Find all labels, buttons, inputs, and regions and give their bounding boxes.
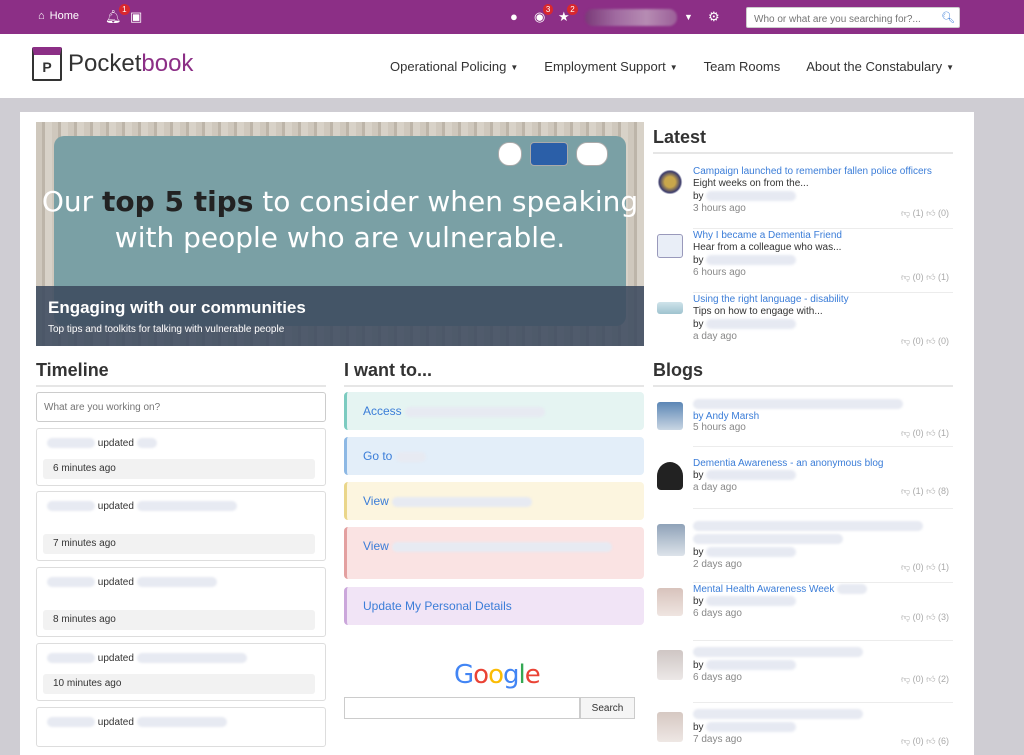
latest-item-title[interactable]: Campaign launched to remember fallen pol… — [693, 166, 932, 177]
blog-item: by 7 days ago 👎︎ (0) 👍︎ (6) — [653, 708, 953, 752]
timeline-card[interactable]: updated 6 minutes ago — [36, 428, 326, 486]
settings-gear-icon[interactable]: ⚙ — [708, 9, 720, 25]
blog-item-ratings[interactable]: 👎︎ (0) 👍︎ (1) — [901, 428, 949, 439]
hero-slogan: Our top 5 tips to consider when speaking… — [41, 185, 639, 254]
blog-item-ratings[interactable]: 👎︎ (0) 👍︎ (2) — [901, 674, 949, 685]
author-avatar — [657, 588, 683, 616]
global-search-input[interactable] — [752, 9, 934, 29]
nav-about-constabulary[interactable]: About the Constabulary ▼ — [806, 59, 954, 74]
avon-somerset-logo — [530, 142, 568, 166]
timeline-card[interactable]: updated 10 minutes ago — [36, 643, 326, 701]
clipboard-icon[interactable]: ▣ — [130, 9, 142, 25]
latest-item-title[interactable]: Using the right language - disability — [693, 294, 849, 305]
google-logo: Google — [454, 660, 541, 690]
timeline-card[interactable]: updated 7 minutes ago — [36, 491, 326, 561]
latest-item: Why I became a Dementia Friend Hear from… — [653, 230, 953, 288]
latest-item: Campaign launched to remember fallen pol… — [653, 166, 953, 224]
favourites-star-icon[interactable]: ★ 2 — [558, 4, 578, 25]
timeline-status-input[interactable] — [36, 392, 326, 422]
alert-icon[interactable]: ● — [510, 9, 518, 24]
hero-caption: Engaging with our communities Top tips a… — [36, 286, 644, 346]
google-search-button[interactable]: Search — [580, 697, 635, 719]
nav-operational-policing[interactable]: Operational Policing ▼ — [390, 59, 518, 74]
want-update-details-link[interactable]: Update My Personal Details — [344, 587, 644, 625]
timeline-card[interactable]: updated — [36, 707, 326, 747]
want-goto-link[interactable]: Go to — [344, 437, 644, 475]
dementia-friends-thumbnail — [657, 234, 683, 258]
author-avatar — [657, 524, 685, 556]
user-menu-caret-icon[interactable]: ▼ — [684, 12, 693, 22]
home-icon: ⌂ — [38, 10, 45, 22]
author-avatar — [657, 402, 683, 430]
disability-thumbnail — [657, 302, 683, 314]
blog-item-ratings[interactable]: 👎︎ (1) 👍︎ (8) — [901, 486, 949, 497]
main-nav: Operational Policing ▼ Employment Support… — [390, 59, 954, 74]
partner-logos — [498, 142, 608, 166]
latest-item: Using the right language - disability Ti… — [653, 294, 953, 352]
want-access-link[interactable]: Access — [344, 392, 644, 430]
latest-item-ratings[interactable]: 👎︎ (1) 👍︎ (0) — [901, 208, 949, 219]
top-bar: ⌂ Home 🔔︎1 ▣ ● ◉3 ★2 ▼ ⚙ 🔍︎ — [0, 0, 1024, 34]
blog-item-ratings[interactable]: 👎︎ (0) 👍︎ (1) — [901, 562, 949, 573]
hero-title: Engaging with our communities — [48, 298, 306, 317]
notifications-bell-icon[interactable]: 🔔︎ 1 — [105, 4, 130, 25]
blog-item-ratings[interactable]: 👎︎ (0) 👍︎ (3) — [901, 612, 949, 623]
pocketbook-logo[interactable]: P Pocketbook — [32, 47, 193, 81]
blog-item: Dementia Awareness - an anonymous blog b… — [653, 458, 953, 502]
home-link[interactable]: ⌂ Home — [38, 10, 79, 22]
author-avatar — [657, 650, 683, 680]
latest-item-ratings[interactable]: 👎︎ (0) 👍︎ (0) — [901, 336, 949, 347]
google-search-input[interactable] — [344, 697, 580, 719]
want-view-link-1[interactable]: View — [344, 482, 644, 520]
logo-text: Pocketbook — [68, 50, 194, 77]
hero-banner[interactable]: Our top 5 tips to consider when speaking… — [36, 122, 644, 346]
blog-item-ratings[interactable]: 👎︎ (0) 👍︎ (6) — [901, 736, 949, 747]
main-content: Our top 5 tips to consider when speaking… — [20, 112, 974, 755]
hero-subtitle: Top tips and toolkits for talking with v… — [48, 324, 285, 335]
search-icon[interactable]: 🔍︎ — [941, 11, 955, 24]
user-menu[interactable] — [585, 9, 677, 26]
blog-item: by 2 days ago 👎︎ (0) 👍︎ (1) — [653, 520, 953, 573]
logo-mark: P — [32, 47, 62, 81]
blogs-heading: Blogs — [653, 360, 953, 387]
site-header: P Pocketbook Operational Policing ▼ Emplo… — [0, 34, 1024, 98]
blog-item: by Andy Marsh 5 hours ago 👎︎ (0) 👍︎ (1) — [653, 398, 953, 442]
author-avatar — [657, 712, 683, 742]
global-search: 🔍︎ — [746, 7, 960, 29]
latest-heading: Latest — [653, 127, 953, 154]
i-want-to-heading: I want to... — [344, 360, 644, 387]
timeline-heading: Timeline — [36, 360, 326, 387]
latest-item-title[interactable]: Why I became a Dementia Friend — [693, 230, 842, 241]
blog-item: by 6 days ago 👎︎ (0) 👍︎ (2) — [653, 646, 953, 690]
police-crest-thumbnail — [657, 170, 683, 194]
hello-logo — [576, 142, 608, 166]
nav-employment-support[interactable]: Employment Support ▼ — [544, 59, 677, 74]
watch-eye-icon[interactable]: ◉ 3 — [534, 4, 554, 25]
nav-team-rooms[interactable]: Team Rooms — [704, 59, 781, 74]
caret-down-icon: ▼ — [669, 63, 678, 73]
anonymous-user-icon — [657, 462, 683, 490]
caret-down-icon: ▼ — [946, 63, 954, 73]
want-view-link-2[interactable]: View — [344, 527, 644, 579]
latest-item-ratings[interactable]: 👎︎ (0) 👍︎ (1) — [901, 272, 949, 283]
blog-item: Mental Health Awareness Week by 6 days a… — [653, 584, 953, 628]
timeline-card[interactable]: updated 8 minutes ago — [36, 567, 326, 637]
police-crest-logo — [498, 142, 522, 166]
caret-down-icon: ▼ — [510, 63, 519, 73]
